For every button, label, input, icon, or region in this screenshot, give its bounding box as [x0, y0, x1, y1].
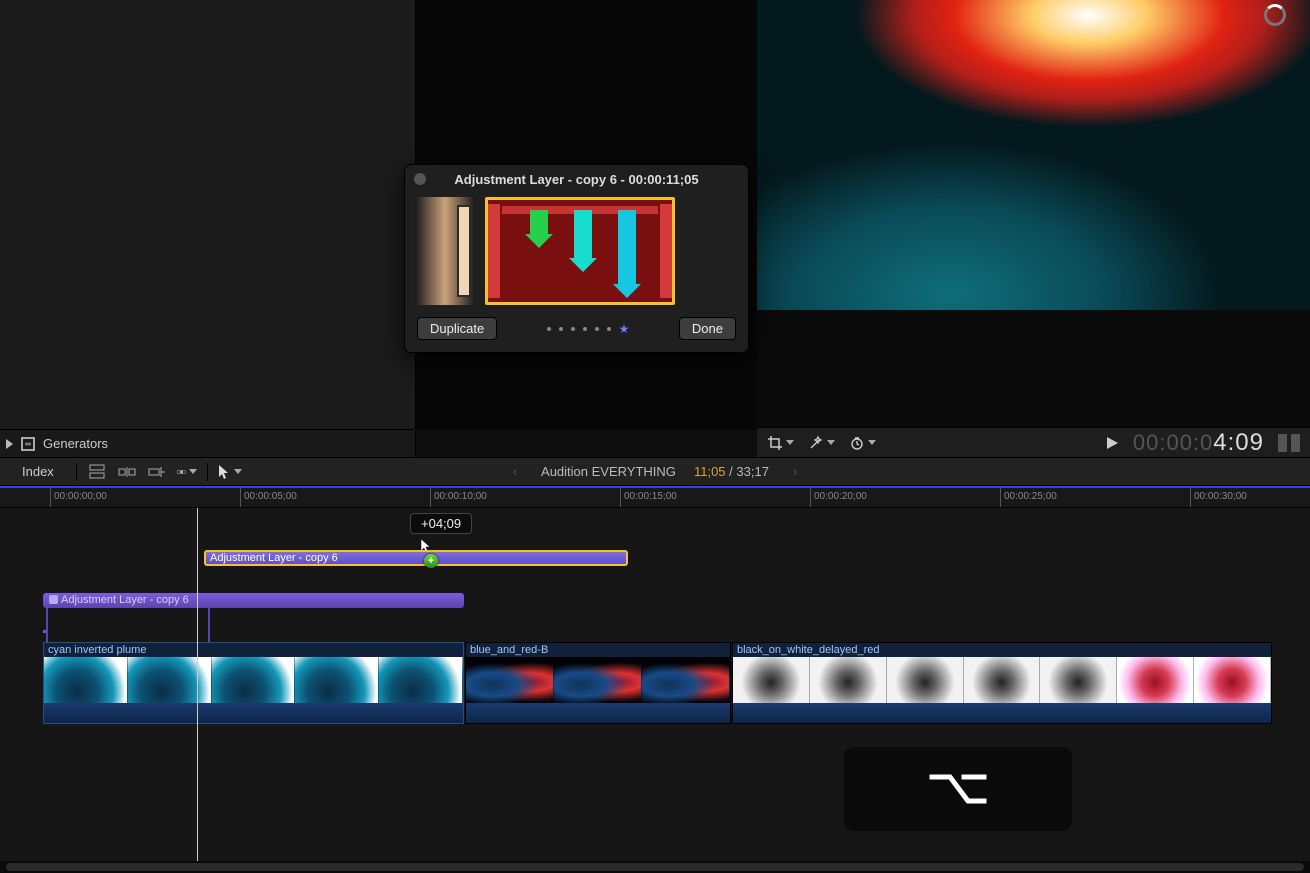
audition-title: Adjustment Layer - copy 6 - 00:00:11;05 [454, 172, 698, 187]
ruler-tick [620, 488, 621, 507]
crop-icon [767, 435, 783, 451]
chevron-down-icon [234, 469, 242, 474]
storyline-clip[interactable]: blue_and_red-B [465, 642, 731, 724]
audio-meters[interactable] [1278, 434, 1300, 452]
ruler-tick [810, 488, 811, 507]
timeline-ruler[interactable]: 00:00:00;00 00:00:05;00 00:00:10;00 00:00:1… [0, 486, 1310, 508]
viewer-panel: 00:00:04:09 [757, 0, 1310, 457]
clip-title: blue_and_red-B [466, 643, 730, 657]
generators-category-row[interactable]: Generators [0, 429, 415, 457]
disclosure-right-icon [6, 439, 13, 449]
audition-page-dots[interactable]: ★ [547, 327, 630, 331]
project-navigator: ‹ Audition EVERYTHING 11;05 / 33;17 › [405, 464, 905, 479]
audition-selected-thumb[interactable] [485, 197, 675, 305]
timecode-main-part: 4:09 [1213, 429, 1264, 457]
ruler-tick [1190, 488, 1191, 507]
timecode-gray-part: 00:00:0 [1133, 430, 1213, 456]
project-duration-tc: / 33;17 [729, 464, 769, 479]
chevron-down-icon [827, 440, 835, 445]
ruler-tick [430, 488, 431, 507]
enhance-tool-button[interactable] [808, 435, 835, 451]
close-button[interactable] [414, 173, 426, 185]
marker-dot [43, 630, 46, 633]
scrollbar-thumb[interactable] [6, 863, 1304, 871]
ruler-tick [50, 488, 51, 507]
connect-clip-button[interactable] [87, 464, 107, 480]
retime-tool-button[interactable] [849, 435, 876, 451]
generators-icon [21, 437, 35, 451]
audition-prev-thumb[interactable] [415, 197, 475, 305]
ruler-label: 00:00:00;00 [54, 491, 107, 502]
index-button[interactable]: Index [10, 464, 66, 479]
audition-popover: Adjustment Layer - copy 6 - 00:00:11;05 … [404, 164, 749, 353]
loading-spinner-icon [1264, 4, 1286, 26]
play-button[interactable] [1106, 436, 1119, 450]
retime-clock-icon [849, 435, 865, 451]
magic-wand-icon [808, 435, 824, 451]
ruler-tick [1000, 488, 1001, 507]
browser-panel: Generators [0, 0, 416, 457]
project-playhead-tc: 11;05 [694, 464, 726, 479]
dragging-clip[interactable]: Adjustment Layer - copy 6 [204, 550, 628, 566]
ruler-label: 00:00:15;00 [624, 491, 677, 502]
select-tool-button[interactable] [218, 464, 242, 480]
connected-clip-name: Adjustment Layer - copy 6 [61, 594, 189, 606]
storyline-clip[interactable]: black_on_white_delayed_red [732, 642, 1272, 724]
ruler-tick [240, 488, 241, 507]
prev-project-button[interactable]: ‹ [513, 464, 517, 479]
viewer-canvas[interactable] [757, 0, 1310, 310]
audition-titlebar: Adjustment Layer - copy 6 - 00:00:11;05 [405, 165, 748, 193]
dragging-clip-name: Adjustment Layer - copy 6 [210, 552, 338, 564]
insert-clip-button[interactable] [117, 464, 137, 480]
option-key-hint [844, 747, 1072, 831]
project-name[interactable]: Audition EVERYTHING [541, 464, 676, 479]
generators-label: Generators [43, 436, 108, 451]
role-color-icon [49, 595, 58, 604]
drag-offset-label: +04;09 [410, 513, 472, 534]
chevron-down-icon [868, 440, 876, 445]
next-project-button[interactable]: › [793, 464, 797, 479]
option-key-icon [928, 769, 988, 809]
ruler-label: 00:00:05;00 [244, 491, 297, 502]
ruler-label: 00:00:25;00 [1004, 491, 1057, 502]
ruler-label: 00:00:30;00 [1194, 491, 1247, 502]
chevron-down-icon [786, 440, 794, 445]
done-button[interactable]: Done [679, 317, 736, 340]
viewer-controls: 00:00:04:09 [757, 427, 1310, 457]
viewer-timecode[interactable]: 00:00:04:09 [1133, 429, 1264, 457]
chevron-down-icon [189, 469, 197, 474]
ruler-label: 00:00:10;00 [434, 491, 487, 502]
clip-title: cyan inverted plume [44, 643, 463, 657]
timeline-body[interactable]: +04;09 Adjustment Layer - copy 6 + Adjus… [0, 508, 1310, 861]
append-clip-button[interactable] [147, 464, 167, 480]
viewer-frame-image [757, 0, 1310, 310]
duplicate-button[interactable]: Duplicate [417, 317, 497, 340]
playhead[interactable] [197, 508, 198, 861]
storyline-clip[interactable]: cyan inverted plume [43, 642, 464, 724]
connection-line [208, 608, 210, 642]
ruler-label: 00:00:20;00 [814, 491, 867, 502]
overwrite-clip-button[interactable] [177, 464, 197, 480]
connected-clip[interactable]: Adjustment Layer - copy 6 [43, 593, 464, 608]
play-icon [1106, 436, 1119, 450]
clip-title: black_on_white_delayed_red [733, 643, 1271, 657]
connection-line [46, 608, 48, 642]
plus-badge-icon: + [424, 554, 438, 568]
horizontal-scrollbar[interactable] [0, 861, 1310, 873]
audition-thumbnails[interactable] [405, 193, 748, 307]
primary-storyline: cyan inverted plume blue_and_red-B black… [43, 642, 1310, 724]
crop-tool-button[interactable] [767, 435, 794, 451]
